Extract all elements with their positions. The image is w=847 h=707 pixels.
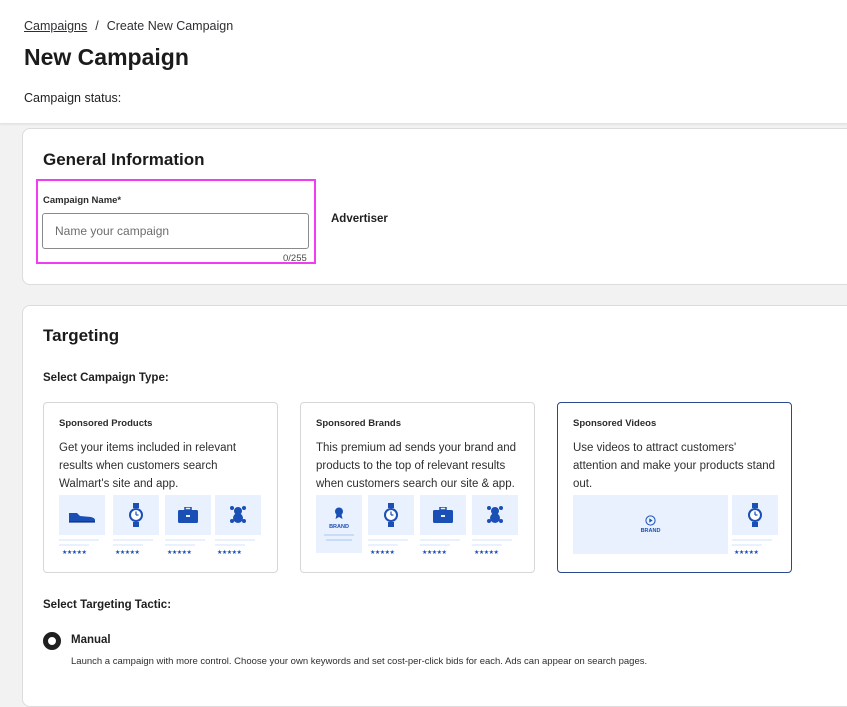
campaign-type-title: Sponsored Brands [316, 418, 401, 429]
watch-icon [732, 495, 778, 535]
rating-stars: ★★★★★ [167, 550, 192, 556]
manual-radio[interactable] [43, 632, 61, 650]
campaign-type-description: Use videos to attract customers' attenti… [573, 442, 776, 490]
briefcase-icon [420, 495, 466, 535]
placeholder-line [59, 544, 89, 546]
placeholder-line [420, 539, 460, 541]
rating-stars: ★★★★★ [62, 550, 87, 556]
general-information-card: General Information Campaign Name* 0/255… [22, 128, 847, 285]
play-icon [645, 515, 656, 526]
brand-award-icon [335, 507, 343, 519]
campaign-status-label: Campaign status: [24, 91, 122, 105]
breadcrumb-separator: / [95, 19, 99, 33]
advertiser-label: Advertiser [331, 213, 388, 225]
placeholder-line [59, 539, 99, 541]
campaign-name-input[interactable] [42, 213, 309, 249]
brand-text: BRAND [329, 524, 349, 530]
placeholder-line [368, 539, 408, 541]
placeholder-line [165, 539, 205, 541]
campaign-type-sponsored-brands[interactable]: Sponsored Brands This premium ad sends y… [300, 402, 535, 573]
toy-icon [472, 495, 518, 535]
watch-icon [368, 495, 414, 535]
placeholder-line [368, 544, 398, 546]
rating-stars: ★★★★★ [217, 550, 242, 556]
rating-stars: ★★★★★ [474, 550, 499, 556]
placeholder-line [165, 544, 195, 546]
placeholder-line [113, 544, 143, 546]
rating-stars: ★★★★★ [115, 550, 140, 556]
briefcase-icon [165, 495, 211, 535]
page-title: New Campaign [24, 44, 189, 70]
campaign-type-label: Select Campaign Type: [43, 372, 169, 384]
general-information-title: General Information [43, 150, 205, 169]
brand-text: BRAND [640, 528, 661, 534]
page-header: Campaigns / Create New Campaign New Campai… [0, 0, 847, 124]
placeholder-line [732, 544, 762, 546]
campaign-type-title: Sponsored Products [59, 418, 153, 429]
placeholder-line [732, 539, 772, 541]
campaign-type-sponsored-videos[interactable]: Sponsored Videos Use videos to attract c… [557, 402, 792, 573]
brand-logo-thumbnail: BRAND [316, 495, 362, 553]
campaign-type-description: Get your items included in relevant resu… [59, 442, 237, 490]
breadcrumb: Campaigns / Create New Campaign [24, 19, 233, 33]
video-thumbnail: BRAND [573, 495, 728, 554]
watch-icon [113, 495, 159, 535]
campaign-type-title: Sponsored Videos [573, 418, 657, 429]
rating-stars: ★★★★★ [422, 550, 447, 556]
manual-radio-label[interactable]: Manual [71, 634, 111, 646]
campaign-type-description: This premium ad sends your brand and pro… [316, 442, 517, 490]
placeholder-line [326, 539, 352, 541]
placeholder-line [472, 544, 502, 546]
breadcrumb-campaigns-link[interactable]: Campaigns [24, 19, 87, 33]
manual-description: Launch a campaign with more control. Cho… [71, 656, 648, 667]
targeting-tactic-label: Select Targeting Tactic: [43, 599, 172, 611]
rating-stars: ★★★★★ [370, 550, 395, 556]
breadcrumb-current: Create New Campaign [106, 19, 234, 33]
rating-stars: ★★★★★ [734, 550, 759, 556]
targeting-card: Targeting Select Campaign Type: Sponsore… [22, 305, 847, 707]
campaign-name-char-count: 0/255 [283, 253, 307, 264]
placeholder-line [215, 544, 245, 546]
placeholder-line [324, 534, 354, 536]
shoe-icon [59, 495, 105, 535]
placeholder-line [113, 539, 153, 541]
toy-icon [215, 495, 261, 535]
placeholder-line [215, 539, 255, 541]
campaign-type-sponsored-products[interactable]: Sponsored Products Get your items includ… [43, 402, 278, 573]
targeting-title: Targeting [43, 326, 120, 345]
placeholder-line [420, 544, 450, 546]
campaign-name-label: Campaign Name* [43, 195, 122, 206]
placeholder-line [472, 539, 512, 541]
